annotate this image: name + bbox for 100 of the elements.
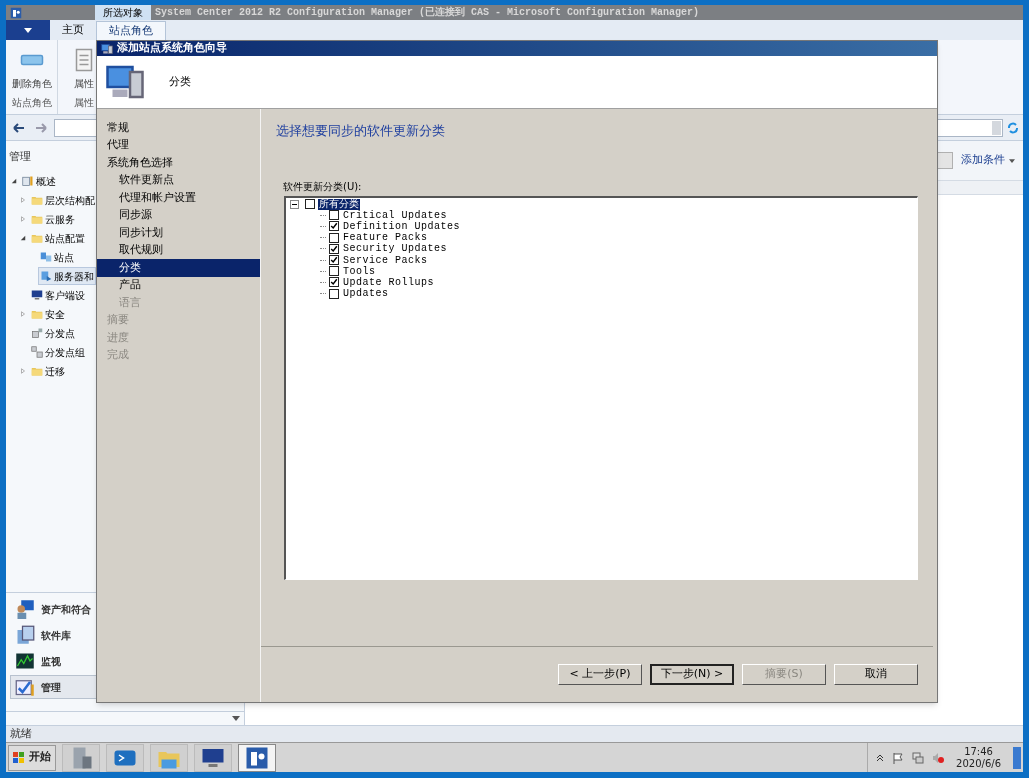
tree-item[interactable]: 分发点组: [29, 343, 87, 361]
wizard-step[interactable]: 取代规则: [97, 241, 260, 259]
workspace-icon: [15, 651, 35, 671]
status-text: 就绪: [10, 725, 32, 742]
checkbox[interactable]: [329, 210, 339, 221]
classification-label[interactable]: Definition Updates: [342, 220, 462, 232]
folder-icon: [31, 213, 43, 225]
wizard-button[interactable]: 取消: [834, 664, 918, 685]
pane-title: 管理: [8, 149, 32, 165]
dropdown-arrow-icon: [24, 27, 32, 33]
wizard-step[interactable]: 常规: [97, 119, 260, 137]
classification-label[interactable]: Critical Updates: [342, 209, 448, 221]
wizard-step[interactable]: 分类: [97, 259, 260, 277]
start-button[interactable]: 开始: [8, 744, 56, 771]
caret-icon: [1009, 158, 1015, 163]
dropdown-arrow-icon[interactable]: [232, 716, 240, 721]
taskbar-app-button[interactable]: [106, 743, 144, 772]
workspace-icon: [15, 677, 35, 697]
folder-icon: [31, 232, 43, 244]
classification-label[interactable]: Security Updates: [342, 243, 448, 255]
checkbox[interactable]: [329, 255, 339, 266]
windows-logo-icon: [13, 751, 25, 764]
taskbar-app-button[interactable]: [238, 743, 276, 772]
ribbon-tab[interactable]: 主页: [50, 21, 96, 40]
wizard-step[interactable]: 产品: [97, 276, 260, 294]
workspace-button[interactable]: 资产和符合: [10, 597, 240, 621]
classification-label[interactable]: Feature Packs: [342, 232, 429, 244]
folder-icon: [31, 194, 43, 206]
checkbox[interactable]: [305, 199, 315, 210]
tree-item[interactable]: 概述: [20, 172, 58, 190]
checkbox[interactable]: [329, 243, 339, 254]
workspace-icon: [15, 599, 35, 619]
node-icon: [22, 175, 34, 187]
file-menu-button[interactable]: [6, 20, 50, 40]
folder-icon: [31, 365, 43, 377]
flag-icon[interactable]: [892, 751, 905, 764]
list-label: 软件更新分类(U):: [282, 179, 362, 194]
checkbox[interactable]: [329, 232, 339, 243]
clock-date: 2020/6/6: [956, 757, 1001, 770]
checkbox[interactable]: [329, 221, 339, 232]
checkbox[interactable]: [329, 277, 339, 288]
taskbar-app-button[interactable]: [194, 743, 232, 772]
workspace-icon: [15, 625, 35, 645]
clock-time: 17:46: [964, 745, 993, 758]
muted-speaker-icon[interactable]: [932, 751, 945, 764]
wizard-step[interactable]: 同步计划: [97, 224, 260, 242]
tree-item[interactable]: 站点配置: [29, 229, 87, 247]
add-criteria-button[interactable]: 添加条件: [961, 152, 1015, 169]
tree-item[interactable]: 迁移: [29, 362, 67, 380]
classification-label[interactable]: Updates: [342, 288, 390, 300]
classification-list[interactable]: 所有分类 Critical Updates Definition Updates Feature Packs Security Updates Service Packs Tools Update Rollups Updates: [284, 195, 918, 580]
node-icon: [31, 289, 43, 301]
wizard-button[interactable]: < 上一步(P): [558, 664, 642, 685]
wizard-step[interactable]: 系统角色选择: [97, 154, 260, 172]
show-desktop-button[interactable]: [1013, 746, 1021, 769]
ribbon-tab[interactable]: 站点角色: [96, 21, 166, 40]
workspace-button[interactable]: 监视: [10, 649, 240, 673]
ribbon-button[interactable]: 删除角色: [11, 40, 52, 95]
dialog-title: 添加站点系统角色向导: [117, 40, 227, 57]
classification-label[interactable]: Service Packs: [342, 254, 429, 266]
classification-label[interactable]: Update Rollups: [342, 276, 435, 288]
tree-item[interactable]: 云服务: [29, 210, 77, 228]
checkbox[interactable]: [329, 266, 339, 277]
wizard-step[interactable]: 代理和帐户设置: [97, 189, 260, 207]
network-icon[interactable]: [912, 751, 925, 764]
collapse-arrow-icon[interactable]: [20, 235, 26, 241]
tree-item[interactable]: 分发点: [29, 324, 77, 342]
tree-item[interactable]: 客户端设: [29, 286, 87, 304]
window-title: System Center 2012 R2 Configuration Manager (已连接到 CAS - Microsoft Configuration Manager): [155, 5, 700, 20]
context-tab-label: 所选对象: [95, 5, 151, 20]
classification-label[interactable]: Tools: [342, 265, 377, 277]
taskbar-app-button[interactable]: [62, 743, 100, 772]
tree-item[interactable]: 层次结构配: [29, 191, 97, 209]
page-header: 分类: [169, 73, 191, 90]
wizard-button[interactable]: 下一步(N) >: [650, 664, 734, 685]
classification-label[interactable]: 所有分类: [318, 198, 360, 210]
wizard-step[interactable]: 同步源: [97, 206, 260, 224]
tree-item[interactable]: 服务器和: [38, 267, 96, 285]
app-icon: [245, 745, 269, 770]
app-icon: [10, 6, 22, 19]
ribbon-group-label: 属性: [73, 96, 94, 110]
ribbon-button[interactable]: 属性: [71, 40, 96, 95]
node-icon: [31, 327, 43, 339]
checkbox[interactable]: [329, 288, 339, 299]
collapse-icon[interactable]: [290, 199, 299, 209]
tree-item[interactable]: 安全: [29, 305, 67, 323]
node-icon: [40, 251, 52, 263]
wizard-icon: [101, 42, 113, 55]
ribbon-group-label: 站点角色: [11, 96, 52, 110]
wizard-step[interactable]: 代理: [97, 136, 260, 154]
wizard-step[interactable]: 软件更新点: [97, 171, 260, 189]
forward-arrow-icon: [35, 121, 47, 134]
tree-item[interactable]: 站点: [38, 248, 76, 266]
folder-icon: [31, 308, 43, 320]
refresh-icon[interactable]: [1007, 121, 1019, 134]
collapse-arrow-icon[interactable]: [11, 178, 17, 184]
show-hidden-icon[interactable]: [876, 753, 885, 762]
node-icon: [31, 346, 43, 358]
page-heading: 选择想要同步的软件更新分类: [276, 122, 445, 140]
back-arrow-icon: [13, 121, 25, 134]
